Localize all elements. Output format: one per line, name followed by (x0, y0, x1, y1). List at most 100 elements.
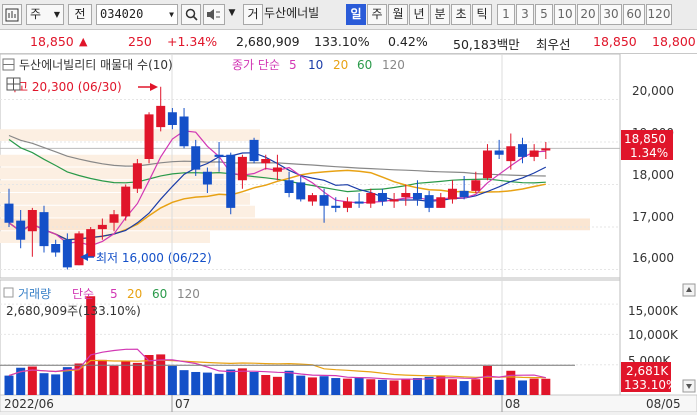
candle-body[interactable] (179, 116, 189, 147)
candle-body[interactable] (541, 148, 551, 151)
period-button-3[interactable]: 년 (409, 4, 429, 25)
candle-body[interactable] (436, 197, 446, 208)
interval-button-5[interactable]: 5 (535, 4, 553, 25)
interval-button-30[interactable]: 30 (600, 4, 622, 25)
volume-bar[interactable] (401, 378, 411, 395)
candle-body[interactable] (97, 224, 107, 230)
interval-button-10[interactable]: 10 (554, 4, 576, 25)
volume-bar[interactable] (447, 379, 457, 395)
volume-bar[interactable] (121, 361, 131, 395)
candle-body[interactable] (86, 229, 96, 257)
candle-body[interactable] (132, 163, 142, 189)
candle-body[interactable] (482, 150, 492, 179)
candle-body[interactable] (296, 182, 306, 200)
candle-body[interactable] (62, 239, 72, 268)
candle-body[interactable] (342, 201, 352, 208)
stock-chart[interactable]: 두산에너빌리티 매물대 수(10) 종가 단순 5 10 20 60 120 최… (0, 53, 697, 413)
candle-body[interactable] (459, 190, 469, 198)
volume-bar[interactable] (249, 371, 259, 395)
volume-bar[interactable] (191, 371, 201, 395)
volume-bar[interactable] (342, 378, 352, 395)
search-button[interactable] (181, 4, 201, 25)
candle-body[interactable] (506, 146, 516, 162)
candle-body[interactable] (529, 150, 539, 157)
candle-body[interactable] (354, 201, 364, 204)
volume-bar[interactable] (51, 374, 61, 395)
period-button-4[interactable]: 분 (430, 4, 450, 25)
candle-body[interactable] (16, 220, 26, 240)
volume-bar[interactable] (132, 362, 142, 395)
volume-bar[interactable] (39, 373, 49, 395)
candle-body[interactable] (202, 171, 212, 185)
volume-bar[interactable] (4, 375, 14, 395)
collapse-arrow-icon[interactable]: ▼ (226, 4, 238, 25)
candle-body[interactable] (249, 139, 259, 162)
interval-button-20[interactable]: 20 (577, 4, 599, 25)
volume-bar[interactable] (377, 379, 387, 395)
chart-menu-icon[interactable] (2, 4, 22, 25)
candle-body[interactable] (377, 193, 387, 202)
tool-label[interactable]: 거 (243, 4, 263, 25)
volume-bar[interactable] (226, 369, 236, 395)
candle-body[interactable] (109, 214, 119, 223)
candle-body[interactable] (121, 186, 131, 217)
candle-body[interactable] (156, 105, 166, 128)
candle-body[interactable] (226, 154, 236, 208)
volume-bar[interactable] (307, 377, 317, 395)
candle-body[interactable] (389, 199, 399, 202)
candle-body[interactable] (494, 150, 504, 155)
volume-bar[interactable] (424, 376, 434, 395)
candle-body[interactable] (307, 195, 317, 202)
type-select[interactable]: 주 ▼ (26, 4, 64, 25)
candle-body[interactable] (331, 205, 341, 208)
interval-button-120[interactable]: 120 (646, 4, 672, 25)
volume-bar[interactable] (482, 365, 492, 395)
candle-body[interactable] (4, 203, 14, 223)
candle-body[interactable] (74, 233, 84, 266)
candle-body[interactable] (517, 144, 527, 157)
candle-body[interactable] (39, 212, 49, 247)
period-button-6[interactable]: 틱 (472, 4, 492, 25)
period-button-5[interactable]: 초 (451, 4, 471, 25)
period-button-2[interactable]: 월 (388, 4, 408, 25)
candle-body[interactable] (27, 210, 37, 232)
volume-bar[interactable] (261, 375, 271, 395)
candle-body[interactable] (272, 167, 282, 172)
volume-bar[interactable] (389, 380, 399, 395)
period-button-1[interactable]: 주 (367, 4, 387, 25)
volume-bar[interactable] (167, 365, 177, 395)
volume-bar[interactable] (237, 368, 247, 395)
candle-body[interactable] (191, 146, 201, 170)
volume-bar[interactable] (506, 370, 516, 395)
volume-bar[interactable] (354, 377, 364, 395)
candle-body[interactable] (144, 114, 154, 159)
candle-body[interactable] (401, 193, 411, 198)
candle-body[interactable] (471, 180, 481, 191)
volume-bar[interactable] (179, 370, 189, 395)
candle-body[interactable] (51, 244, 61, 253)
volume-bar[interactable] (272, 376, 282, 395)
volume-bar[interactable] (459, 381, 469, 395)
candle-body[interactable] (412, 193, 422, 200)
candle-body[interactable] (261, 159, 271, 164)
volume-bar[interactable] (494, 379, 504, 395)
period-button-0[interactable]: 일 (346, 4, 366, 25)
volume-bar[interactable] (331, 378, 341, 395)
volume-bar[interactable] (202, 372, 212, 395)
candle-body[interactable] (366, 193, 376, 204)
volume-bar[interactable] (412, 378, 422, 395)
volume-panel-menu-icon[interactable] (3, 287, 14, 298)
volume-bar[interactable] (296, 375, 306, 395)
period-label[interactable]: 전 (68, 4, 92, 25)
candle-body[interactable] (214, 154, 224, 157)
volume-bar[interactable] (471, 379, 481, 395)
interval-button-3[interactable]: 3 (516, 4, 534, 25)
candle-body[interactable] (424, 195, 434, 208)
candle-body[interactable] (167, 112, 177, 125)
volume-bar[interactable] (319, 376, 329, 395)
interval-button-1[interactable]: 1 (497, 4, 515, 25)
candle-body[interactable] (319, 195, 329, 206)
volume-bar[interactable] (214, 373, 224, 395)
candle-body[interactable] (447, 188, 457, 200)
candle-body[interactable] (237, 156, 247, 181)
